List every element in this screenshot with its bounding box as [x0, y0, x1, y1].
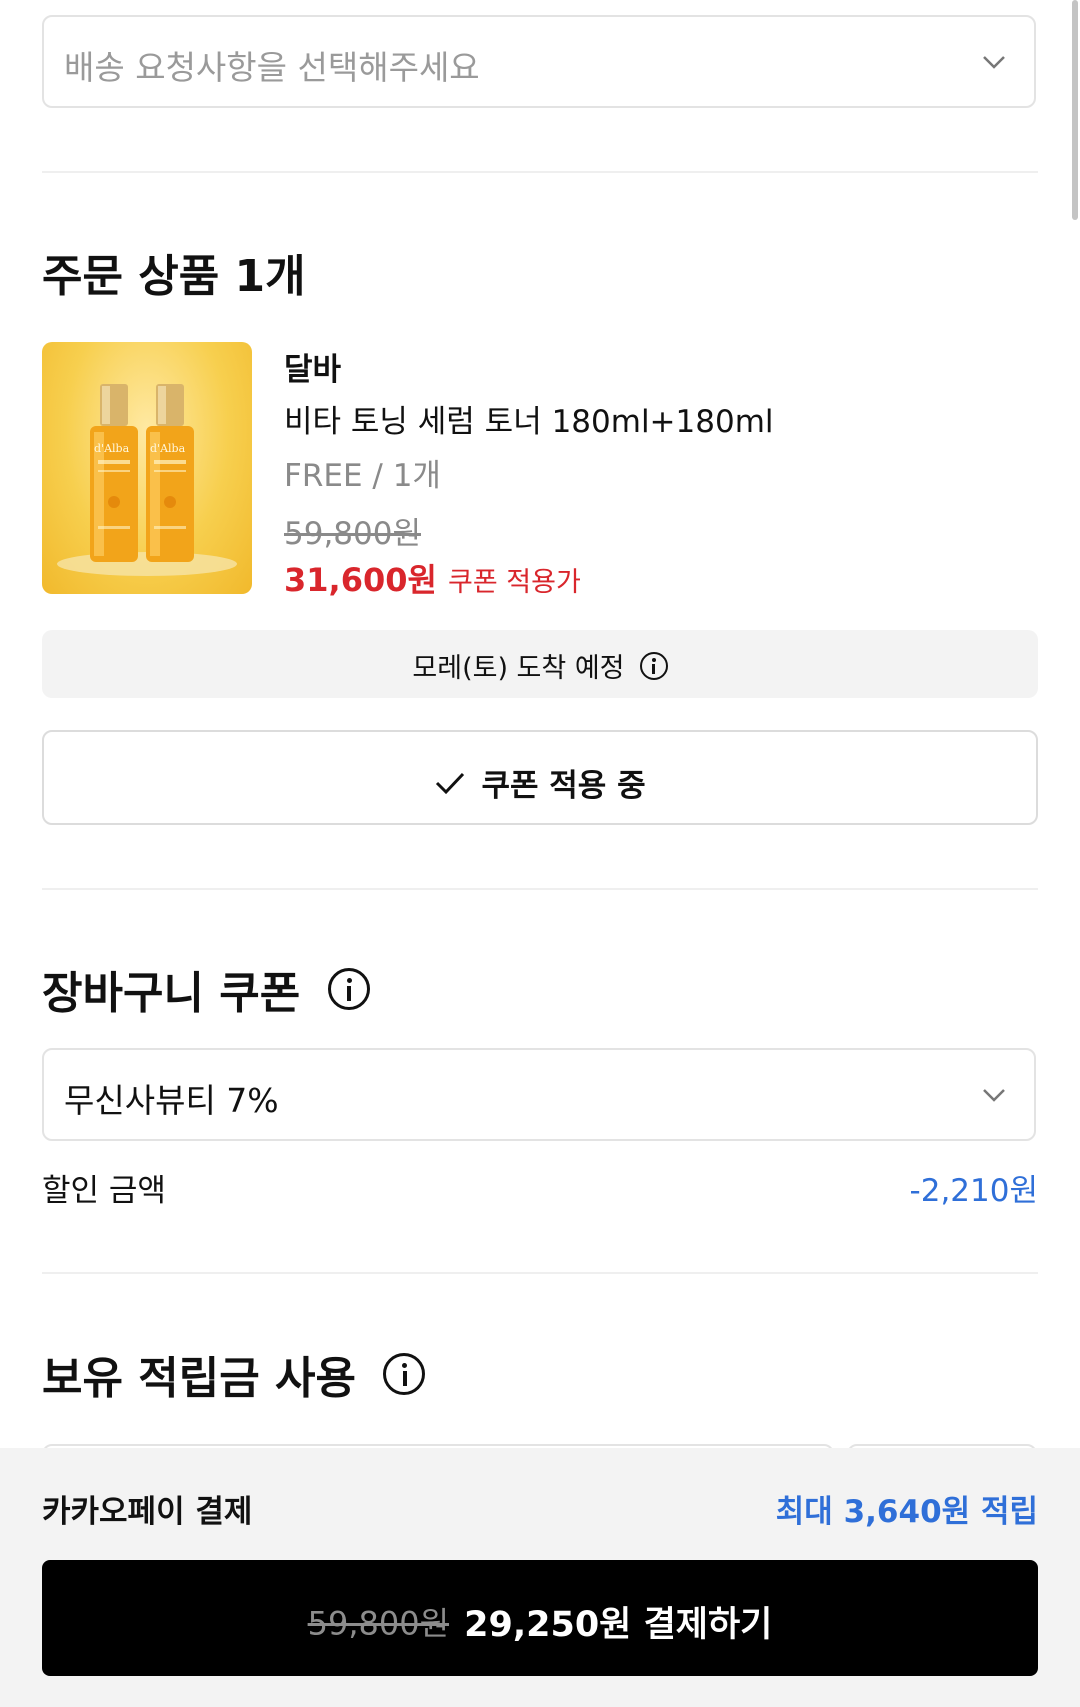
reward-points-text: 최대 3,640원 적립 [775, 1494, 1038, 1530]
discount-value: -2,210원 [909, 1173, 1038, 1209]
pay-button[interactable]: 59,800원 29,250원 결제하기 [42, 1560, 1038, 1676]
cart-coupon-title: 장바구니 쿠폰 [42, 957, 370, 1021]
check-icon [436, 772, 465, 794]
discount-label: 할인 금액 [42, 1173, 166, 1209]
points-title-text: 보유 적립금 사용 [42, 1353, 356, 1404]
coupon-applied-button[interactable]: 쿠폰 적용 중 [42, 730, 1038, 825]
bottle-logo-right: d'Alba [150, 442, 186, 455]
cart-coupon-select[interactable]: 무신사뷰티 7% [42, 1048, 1036, 1141]
chevron-down-icon [983, 1089, 1005, 1102]
info-icon[interactable] [327, 968, 370, 1010]
arrival-banner: 모레(토) 도착 예정 [42, 630, 1038, 698]
divider [42, 171, 1038, 173]
info-icon[interactable] [383, 1353, 426, 1395]
product-brand[interactable]: 달바 [284, 344, 341, 389]
payment-method-label: 카카오페이 결제 [42, 1494, 253, 1530]
cart-coupon-title-text: 장바구니 쿠폰 [42, 968, 301, 1019]
coupon-applied-note: 쿠폰 적용가 [448, 567, 581, 598]
product-image[interactable]: d'Alba d'Alba [42, 342, 252, 594]
coupon-applied-label: 쿠폰 적용 중 [481, 768, 646, 804]
scrollbar[interactable] [1072, 0, 1078, 220]
cart-coupon-selected: 무신사뷰티 7% [64, 1081, 279, 1120]
chevron-down-icon [983, 56, 1005, 69]
bottle-logo-left: d'Alba [94, 442, 130, 455]
sale-price: 31,600원 [284, 561, 437, 599]
order-section-title: 주문 상품 1개 [42, 251, 306, 302]
sale-price-row: 31,600원 쿠폰 적용가 [284, 555, 581, 601]
pay-original-total: 59,800원 [307, 1604, 450, 1643]
arrival-text: 모레(토) 도착 예정 [412, 653, 625, 684]
divider [42, 888, 1038, 890]
product-name[interactable]: 비타 토닝 세럼 토너 180ml+180ml [284, 396, 774, 441]
divider [42, 1272, 1038, 1274]
delivery-request-placeholder: 배송 요청사항을 선택해주세요 [64, 48, 480, 87]
points-title: 보유 적립금 사용 [42, 1342, 426, 1406]
product-option: FREE / 1개 [284, 458, 441, 494]
toner-bottles-illustration [57, 384, 237, 576]
checkout-footer: 카카오페이 결제 최대 3,640원 적립 59,800원 29,250원 결제… [0, 1448, 1080, 1707]
original-price: 59,800원 [284, 516, 421, 552]
info-icon[interactable] [639, 651, 668, 680]
pay-button-label: 29,250원 결제하기 [464, 1605, 773, 1645]
delivery-request-select[interactable]: 배송 요청사항을 선택해주세요 [42, 15, 1036, 108]
